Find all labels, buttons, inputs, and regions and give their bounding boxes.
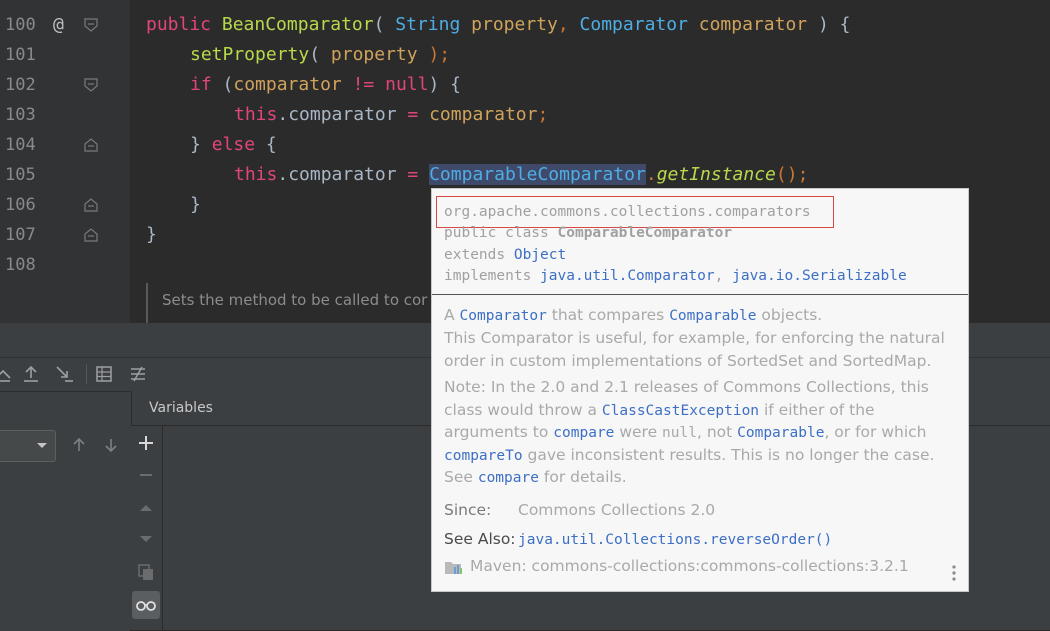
- line-number: 106: [5, 195, 36, 215]
- run-to-cursor-icon[interactable]: [53, 363, 75, 385]
- line-number: 103: [5, 105, 36, 125]
- show-values-toggle[interactable]: [132, 591, 160, 619]
- doc-description-line: This Comparator is useful, for example, …: [444, 329, 945, 347]
- link-java-io-serializable[interactable]: java.io.Serializable: [732, 268, 907, 284]
- evaluate-expression-icon[interactable]: [93, 363, 115, 385]
- doc-description-line: A Comparator that compares Comparable ob…: [444, 306, 823, 324]
- since-label: Since:: [444, 501, 492, 519]
- link-compare[interactable]: compare: [478, 470, 539, 486]
- link-comparable[interactable]: Comparable: [737, 425, 824, 441]
- code-text: }: [146, 224, 157, 245]
- line-number: 102: [5, 75, 36, 95]
- code-line-100[interactable]: 100 @ public BeanComparator( String prop…: [0, 10, 1050, 40]
- trace-stream-icon[interactable]: [127, 363, 149, 385]
- code-text: if (comparator != null) {: [190, 74, 461, 95]
- chevron-down-icon: [35, 437, 49, 456]
- fold-end-icon[interactable]: [84, 198, 98, 212]
- code-text: }: [190, 194, 201, 215]
- rendered-doc-comment[interactable]: Sets the method to be called to cor: [146, 283, 448, 323]
- doc-note-line: Note: In the 2.0 and 2.1 releases of Com…: [444, 378, 929, 396]
- line-number: 108: [5, 255, 36, 275]
- popup-divider: [432, 294, 968, 295]
- code-text: this.comparator = comparator;: [234, 104, 549, 125]
- line-number: 104: [5, 135, 36, 155]
- more-options-icon[interactable]: [945, 563, 963, 583]
- see-also-link[interactable]: java.util.Collections.reverseOrder(): [518, 528, 832, 552]
- link-java-util-comparator[interactable]: java.util.Comparator: [540, 268, 715, 284]
- add-watch-icon[interactable]: [135, 432, 157, 454]
- fold-end-icon[interactable]: [84, 228, 98, 242]
- remove-watch-icon[interactable]: [135, 464, 157, 486]
- code-line-102[interactable]: 102 if (comparator != null) {: [0, 70, 1050, 100]
- code-text: } else {: [190, 134, 277, 155]
- frames-pane[interactable]: [0, 391, 130, 631]
- since-value: Commons Collections 2.0: [518, 501, 716, 519]
- code-line-104[interactable]: 104 } else {: [0, 130, 1050, 160]
- maven-coordinates: Maven: commons-collections:commons-colle…: [470, 557, 909, 575]
- doc-extends: extends Object: [444, 247, 567, 263]
- duplicate-icon[interactable]: [135, 561, 157, 583]
- code-text: this.comparator = ComparableComparator.g…: [234, 164, 809, 185]
- fold-start-icon[interactable]: [84, 18, 98, 32]
- maven-library-icon: [444, 558, 464, 576]
- line-number: 105: [5, 165, 36, 185]
- link-object[interactable]: Object: [514, 247, 566, 263]
- line-number: 107: [5, 225, 36, 245]
- link-comparable[interactable]: Comparable: [669, 308, 756, 324]
- doc-note-line: See compare for details.: [444, 468, 627, 486]
- step-over-icon[interactable]: [0, 363, 14, 385]
- doc-class-declaration: public class ComparableComparator: [444, 225, 733, 241]
- doc-implements: implements java.util.Comparator, java.io…: [444, 268, 907, 284]
- doc-note-line: compareTo gave inconsistent results. Thi…: [444, 446, 935, 464]
- see-also-label: See Also:: [444, 530, 516, 548]
- override-annotation-icon[interactable]: @: [53, 10, 64, 40]
- code-line-101[interactable]: 101 setProperty( property );: [0, 40, 1050, 70]
- move-down-icon[interactable]: [135, 528, 157, 550]
- doc-description-line: order in custom implementations of Sorte…: [444, 352, 932, 370]
- step-out-icon[interactable]: [20, 363, 42, 385]
- doc-note-line: class would throw a ClassCastException i…: [444, 401, 875, 419]
- line-number: 101: [5, 45, 36, 65]
- variables-title: Variables: [149, 400, 213, 416]
- line-number: 100: [5, 15, 36, 35]
- arrow-down-icon[interactable]: [100, 434, 122, 456]
- fold-start-icon[interactable]: [84, 78, 98, 92]
- link-compareto[interactable]: compareTo: [444, 448, 523, 464]
- arrow-up-icon[interactable]: [68, 434, 90, 456]
- code-text: public BeanComparator( String property, …: [146, 14, 851, 35]
- doc-comment-text: Sets the method to be called to cor: [162, 291, 428, 309]
- toolbar-divider: [86, 364, 87, 384]
- code-line-103[interactable]: 103 this.comparator = comparator;: [0, 100, 1050, 130]
- selected-class-name: ComparableComparator: [429, 164, 646, 185]
- glasses-icon: [135, 594, 157, 620]
- fold-end-icon[interactable]: [84, 138, 98, 152]
- link-compare[interactable]: compare: [553, 425, 614, 441]
- move-up-icon[interactable]: [135, 497, 157, 519]
- link-comparator[interactable]: Comparator: [460, 308, 547, 324]
- thread-selector-dropdown[interactable]: [0, 430, 56, 462]
- code-text: setProperty( property );: [190, 44, 451, 65]
- code-line-105[interactable]: 105 this.comparator = ComparableComparat…: [0, 160, 1050, 190]
- doc-note-line: arguments to compare were null, not Comp…: [444, 423, 927, 441]
- link-classcastexception[interactable]: ClassCastException: [602, 403, 759, 419]
